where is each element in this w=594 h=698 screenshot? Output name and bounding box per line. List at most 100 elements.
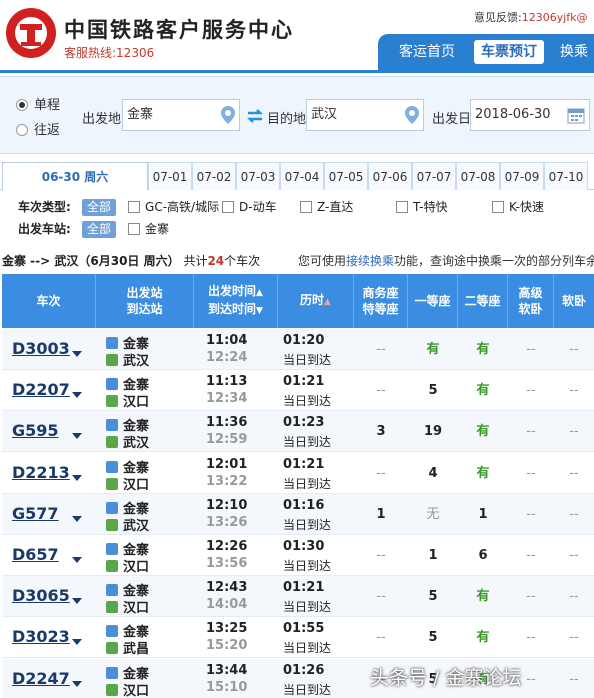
all-types-button[interactable]: 全部 <box>82 199 117 216</box>
to-input[interactable]: 武汉 <box>306 99 424 131</box>
filter-option-z[interactable]: Z-直达 <box>300 198 396 215</box>
round-trip-label: 往返 <box>34 123 61 138</box>
col-duration[interactable]: 历时▲ <box>278 274 354 328</box>
railway-logo-icon[interactable] <box>6 8 56 58</box>
filter-option-k[interactable]: K-快速 <box>492 198 544 215</box>
date-tab[interactable]: 07-08 <box>456 162 500 190</box>
table-row[interactable]: D2207 金寨 汉口 11:13 12:34 01:21 当日到达 -- 5 有 -- -- <box>2 370 594 412</box>
calendar-icon[interactable] <box>567 106 585 124</box>
col-stations[interactable]: 出发站 到达站 <box>96 274 194 328</box>
train-number-link[interactable]: D3065 <box>12 586 70 605</box>
expand-arrow-icon[interactable] <box>72 639 82 646</box>
radio-one-way[interactable]: 单程 <box>16 94 60 113</box>
col-train[interactable]: 车次 <box>2 274 96 328</box>
to-station-name: 汉口 <box>123 395 150 411</box>
train-number-link[interactable]: D657 <box>12 545 59 564</box>
filter-option-gc[interactable]: GC-高铁/城际 <box>128 198 222 215</box>
date-tab[interactable]: 07-01 <box>148 162 192 190</box>
location-pin-icon[interactable] <box>405 106 419 124</box>
nav-home[interactable]: 客运首页 <box>390 40 464 64</box>
nav-transfer[interactable]: 换乘 <box>560 40 594 64</box>
nav-ticket-booking[interactable]: 车票预订 <box>474 40 544 64</box>
date-tab[interactable]: 07-03 <box>236 162 280 190</box>
radio-selected-icon[interactable] <box>16 99 28 111</box>
filter-option-t[interactable]: T-特快 <box>396 198 492 215</box>
checkbox-icon[interactable] <box>128 201 141 213</box>
expand-arrow-icon[interactable] <box>72 474 82 481</box>
seat-soft-sleeper: -- <box>569 383 579 399</box>
filter-label: K-快速 <box>509 200 544 214</box>
arrival-day: 当日到达 <box>283 600 332 615</box>
checkbox-icon[interactable] <box>128 223 141 235</box>
transfer-link[interactable]: 接续换乘 <box>346 254 394 268</box>
train-number-link[interactable]: D3023 <box>12 627 70 646</box>
train-number-link[interactable]: D3003 <box>12 339 70 358</box>
seat-deluxe-soft: -- <box>526 506 536 522</box>
sort-up-icon[interactable]: ▲ <box>256 288 263 298</box>
expand-arrow-icon[interactable] <box>72 598 82 605</box>
from-input[interactable]: 金寨 <box>122 99 240 131</box>
date-tab[interactable]: 07-06 <box>368 162 412 190</box>
to-station-name: 汉口 <box>123 560 150 575</box>
expand-arrow-icon[interactable] <box>72 557 82 563</box>
filter-option-station[interactable]: 金寨 <box>128 220 169 237</box>
seat-business: -- <box>376 548 386 563</box>
arrival-time: 15:10 <box>206 679 248 695</box>
radio-icon[interactable] <box>16 124 28 136</box>
table-row[interactable]: D3023 金寨 武昌 13:25 15:20 01:55 当日到达 -- 5 有 -- -- <box>2 617 594 659</box>
col-times[interactable]: 出发时间▲ 到达时间▼ <box>194 274 278 328</box>
to-station-name: 武汉 <box>123 436 150 452</box>
radio-round-trip[interactable]: 往返 <box>16 119 60 138</box>
seat-soft-sleeper: -- <box>569 671 579 687</box>
table-row[interactable]: D3003 金寨 武汉 11:04 12:24 01:20 当日到达 -- 有有 -- -- <box>2 329 594 370</box>
train-number-link[interactable]: D2207 <box>12 380 70 399</box>
feedback-email-link[interactable]: 12306yjfk@ <box>522 11 588 24</box>
train-number-link[interactable]: D2247 <box>12 669 70 688</box>
date-tab[interactable]: 07-07 <box>412 162 456 190</box>
to-station: 汉口 <box>106 597 149 616</box>
date-tab-active[interactable]: 06-30 周六 <box>2 162 148 190</box>
sort-icon[interactable]: ▲ <box>324 297 331 307</box>
all-stations-button[interactable]: 全部 <box>82 221 117 238</box>
filter-option-d[interactable]: D-动车 <box>222 198 300 215</box>
expand-arrow-icon[interactable] <box>72 515 82 522</box>
seat-first: 4 <box>428 465 438 481</box>
location-pin-icon[interactable] <box>221 106 235 124</box>
to-station: 武汉 <box>106 432 149 451</box>
expand-arrow-icon[interactable] <box>72 351 82 357</box>
header-label: 特等座 <box>362 302 399 316</box>
date-tab[interactable]: 07-05 <box>324 162 368 190</box>
date-tab[interactable]: 07-02 <box>192 162 236 190</box>
departure-time: 12:43 <box>206 580 248 596</box>
train-number-link[interactable]: G577 <box>12 504 59 523</box>
table-row[interactable]: D2213 金寨 汉口 12:01 13:22 01:21 当日到达 -- 4 有 -- -- <box>2 453 594 494</box>
date-tab[interactable]: 07-09 <box>500 162 544 190</box>
arrival-day: 当日到达 <box>283 476 332 491</box>
table-row[interactable]: G577 金寨 武汉 12:10 13:26 01:16 当日到达 1 无 1 -- -- <box>2 493 594 535</box>
header-label: 商务座 <box>362 286 399 300</box>
date-tab[interactable]: 07-04 <box>280 162 324 190</box>
train-number-link[interactable]: D2213 <box>12 463 70 482</box>
table-row[interactable]: D657 金寨 汉口 12:26 13:56 01:30 当日到达 -- 1 6 -- -- <box>2 535 594 576</box>
sort-down-icon[interactable]: ▼ <box>256 306 263 316</box>
to-station-name: 武汉 <box>123 518 150 534</box>
checkbox-icon[interactable] <box>492 201 505 213</box>
arrival-time: 12:34 <box>206 391 248 407</box>
header-label: 到达时间 <box>208 302 257 316</box>
expand-arrow-icon[interactable] <box>72 433 82 440</box>
duration: 01:21 <box>283 374 325 390</box>
checkbox-icon[interactable] <box>222 201 235 213</box>
table-row[interactable]: D3065 金寨 汉口 12:43 14:04 01:21 当日到达 -- 5 有 -- -- <box>2 576 594 618</box>
checkbox-icon[interactable] <box>300 201 313 213</box>
swap-stations-icon[interactable] <box>246 109 264 123</box>
checkbox-icon[interactable] <box>396 201 409 213</box>
arrival-day: 当日到达 <box>283 517 332 532</box>
date-input[interactable]: 2018-06-30 <box>470 99 590 131</box>
header-label: 历时 <box>300 293 325 307</box>
date-tab[interactable]: 07-10 <box>544 162 588 190</box>
train-number-link[interactable]: G595 <box>12 421 59 440</box>
col-first-class: 一等座 <box>408 274 458 328</box>
expand-arrow-icon[interactable] <box>72 392 82 399</box>
expand-arrow-icon[interactable] <box>72 680 82 687</box>
table-row[interactable]: G595 金寨 武汉 11:36 12:59 01:23 当日到达 3 19 有 -- -- <box>2 411 594 453</box>
